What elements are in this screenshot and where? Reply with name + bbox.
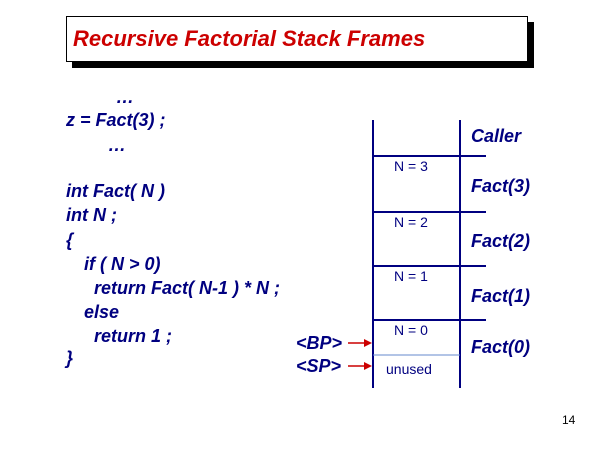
stack-cell-n3: N = 3 xyxy=(394,158,428,174)
frame-label-fact2: Fact(2) xyxy=(471,231,531,251)
sp-arrow-head xyxy=(364,362,372,370)
stack-cell-n1: N = 1 xyxy=(394,268,428,284)
frame-label-fact1: Fact(1) xyxy=(471,286,531,306)
page-number: 14 xyxy=(562,413,576,427)
frame-label-fact0: Fact(0) xyxy=(471,337,531,357)
bp-label: <BP> xyxy=(296,333,343,353)
frame-label-fact3: Fact(3) xyxy=(471,176,531,196)
sp-label: <SP> xyxy=(296,356,342,376)
stack-diagram xyxy=(348,120,486,388)
stack-cell-n2: N = 2 xyxy=(394,214,428,230)
stack-cell-n0: N = 0 xyxy=(394,322,428,338)
frame-label-caller: Caller xyxy=(471,126,522,146)
stack-cell-unused: unused xyxy=(386,361,432,377)
bp-arrow-head xyxy=(364,339,372,347)
